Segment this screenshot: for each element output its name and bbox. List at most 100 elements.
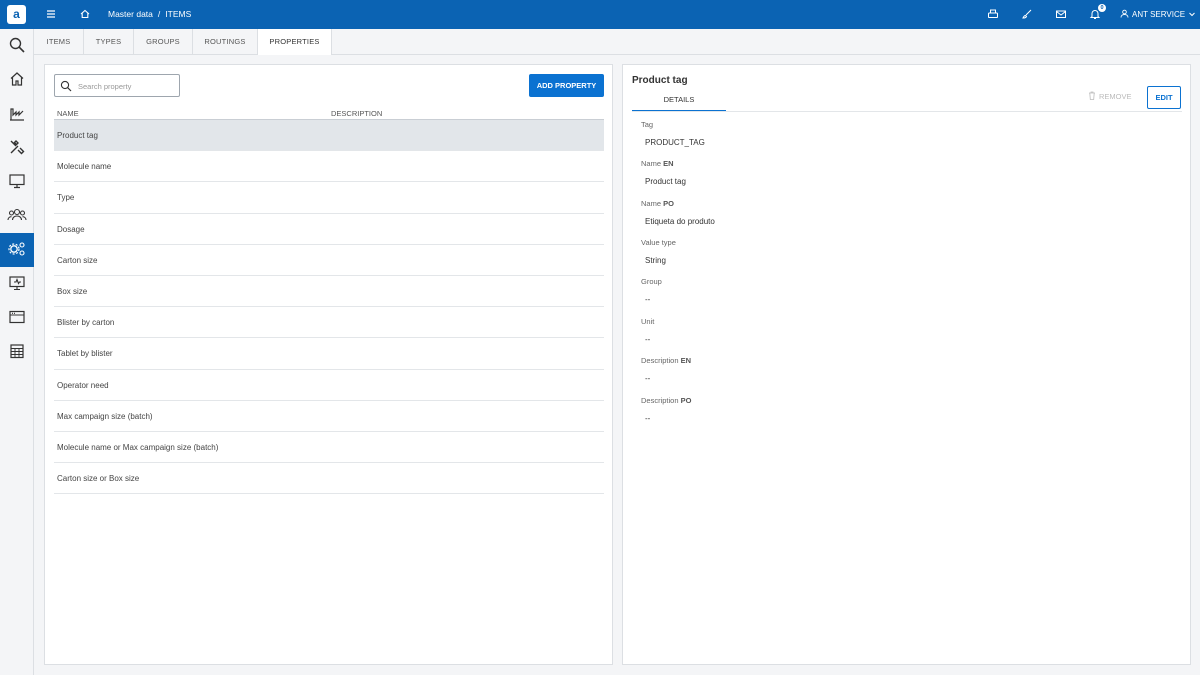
remove-button[interactable]: REMOVE bbox=[1088, 91, 1132, 102]
field-value: -- bbox=[645, 374, 651, 383]
table-row[interactable]: Carton size bbox=[54, 245, 604, 276]
field-description-po: Description PO -- bbox=[641, 396, 691, 423]
breadcrumb-master-data[interactable]: Master data bbox=[108, 9, 153, 19]
sidebar-item-search[interactable] bbox=[0, 29, 34, 63]
row-name: Carton size or Box size bbox=[57, 474, 140, 484]
tab-items[interactable]: ITEMS bbox=[34, 29, 84, 55]
search-icon bbox=[60, 80, 72, 94]
table-row[interactable]: Operator need bbox=[54, 370, 604, 401]
tab-routings[interactable]: ROUTINGS bbox=[193, 29, 258, 55]
column-header-description[interactable]: DESCRIPTION bbox=[331, 109, 382, 118]
field-name-en: Name EN Product tag bbox=[641, 159, 686, 186]
field-value: Etiqueta do produto bbox=[645, 217, 715, 226]
detail-title: Product tag bbox=[632, 75, 688, 86]
sidebar-item-monitor[interactable] bbox=[0, 165, 34, 199]
user-name: ANT SERVICE bbox=[1132, 10, 1186, 19]
field-group: Group -- bbox=[641, 277, 662, 304]
sidebar-item-production[interactable] bbox=[0, 97, 34, 131]
bell-icon[interactable]: 0 bbox=[1088, 4, 1106, 21]
notification-badge: 0 bbox=[1098, 4, 1106, 12]
mail-icon[interactable] bbox=[1054, 7, 1068, 21]
divider bbox=[632, 111, 1182, 112]
sidebar-item-calendar[interactable] bbox=[0, 335, 34, 369]
field-description-en: Description EN -- bbox=[641, 356, 692, 383]
trash-icon bbox=[1088, 91, 1096, 102]
brush-icon[interactable] bbox=[1020, 7, 1034, 21]
properties-list-panel: ADD PROPERTY NAME DESCRIPTION Product ta… bbox=[44, 64, 613, 665]
table-row[interactable]: Max campaign size (batch) bbox=[54, 401, 604, 432]
row-name: Molecule name or Max campaign size (batc… bbox=[57, 442, 219, 452]
home-icon[interactable] bbox=[78, 7, 92, 21]
field-value: -- bbox=[645, 414, 651, 423]
monitor-add-icon bbox=[8, 274, 26, 294]
column-header-name[interactable]: NAME bbox=[57, 109, 79, 118]
tools-icon bbox=[8, 138, 26, 158]
row-name: Dosage bbox=[57, 224, 85, 234]
row-name: Max campaign size (batch) bbox=[57, 411, 153, 421]
row-name: Box size bbox=[57, 286, 88, 296]
row-name: Molecule name bbox=[57, 162, 112, 172]
field-unit: Unit -- bbox=[641, 317, 654, 344]
field-value-type: Value type String bbox=[641, 238, 676, 265]
table-row[interactable]: Carton size or Box size bbox=[54, 463, 604, 495]
remove-label: REMOVE bbox=[1099, 92, 1132, 101]
row-name: Carton size bbox=[57, 255, 98, 265]
field-value: PRODUCT_TAG bbox=[645, 138, 705, 147]
user-menu[interactable]: ANT SERVICE bbox=[1120, 9, 1196, 20]
sidebar-item-tools[interactable] bbox=[0, 131, 34, 165]
table-row[interactable]: Molecule name bbox=[54, 151, 604, 183]
sidebar bbox=[0, 29, 34, 675]
tab-bar: ITEMS TYPES GROUPS ROUTINGS PROPERTIES bbox=[34, 29, 1200, 56]
field-value: -- bbox=[645, 335, 651, 344]
field-value: String bbox=[645, 256, 666, 265]
row-name: Blister by carton bbox=[57, 318, 115, 328]
field-label: Description EN bbox=[641, 356, 692, 365]
table-row[interactable]: Dosage bbox=[54, 214, 604, 245]
tab-details[interactable]: DETAILS bbox=[632, 92, 726, 112]
production-chart-icon bbox=[8, 104, 26, 124]
table-row[interactable]: Product tag bbox=[54, 120, 604, 152]
breadcrumb-items: ITEMS bbox=[165, 9, 192, 19]
search-box bbox=[54, 74, 180, 97]
tab-properties[interactable]: PROPERTIES bbox=[258, 29, 332, 56]
field-value: Product tag bbox=[645, 177, 686, 186]
properties-table-body: Product tag Molecule name Type Dosage Ca… bbox=[54, 120, 604, 495]
edit-button[interactable]: EDIT bbox=[1147, 86, 1181, 109]
table-header: NAME DESCRIPTION bbox=[54, 108, 604, 120]
app-logo[interactable]: a bbox=[7, 5, 26, 24]
sidebar-item-home[interactable] bbox=[0, 63, 34, 97]
sidebar-item-monitor-add[interactable] bbox=[0, 267, 34, 301]
sidebar-item-users[interactable] bbox=[0, 199, 34, 233]
sidebar-item-window[interactable] bbox=[0, 301, 34, 335]
field-label: Value type bbox=[641, 238, 676, 247]
field-name-po: Name PO Etiqueta do produto bbox=[641, 199, 715, 226]
row-name: Type bbox=[57, 193, 75, 203]
master-data-gears-icon bbox=[7, 240, 27, 260]
home-icon bbox=[8, 70, 26, 90]
table-row[interactable]: Type bbox=[54, 182, 604, 214]
field-label: Name PO bbox=[641, 199, 674, 208]
field-label: Name EN bbox=[641, 159, 674, 168]
property-detail-panel: Product tag DETAILS REMOVE EDIT Tag PROD… bbox=[622, 64, 1191, 665]
row-name: Product tag bbox=[57, 131, 98, 140]
row-name: Tablet by blister bbox=[57, 349, 113, 359]
table-row[interactable]: Blister by carton bbox=[54, 307, 604, 339]
tab-groups[interactable]: GROUPS bbox=[134, 29, 193, 55]
users-icon bbox=[7, 206, 27, 226]
top-bar: a Master data / ITEMS 0 ANT SERVICE bbox=[0, 0, 1200, 29]
field-label: Group bbox=[641, 277, 662, 286]
table-row[interactable]: Tablet by blister bbox=[54, 338, 604, 370]
tab-types[interactable]: TYPES bbox=[84, 29, 134, 55]
add-property-button[interactable]: ADD PROPERTY bbox=[529, 74, 604, 97]
field-label: Tag bbox=[641, 120, 654, 129]
field-value: -- bbox=[645, 295, 651, 304]
printer-icon[interactable] bbox=[986, 7, 1000, 21]
search-property-input[interactable] bbox=[78, 79, 176, 93]
table-row[interactable]: Box size bbox=[54, 276, 604, 308]
breadcrumb: Master data / ITEMS bbox=[108, 9, 191, 19]
table-row[interactable]: Molecule name or Max campaign size (batc… bbox=[54, 432, 604, 464]
window-icon bbox=[8, 308, 26, 328]
hamburger-menu-icon[interactable] bbox=[44, 7, 58, 21]
sidebar-item-master-data[interactable] bbox=[0, 233, 34, 267]
user-icon bbox=[1120, 9, 1129, 20]
